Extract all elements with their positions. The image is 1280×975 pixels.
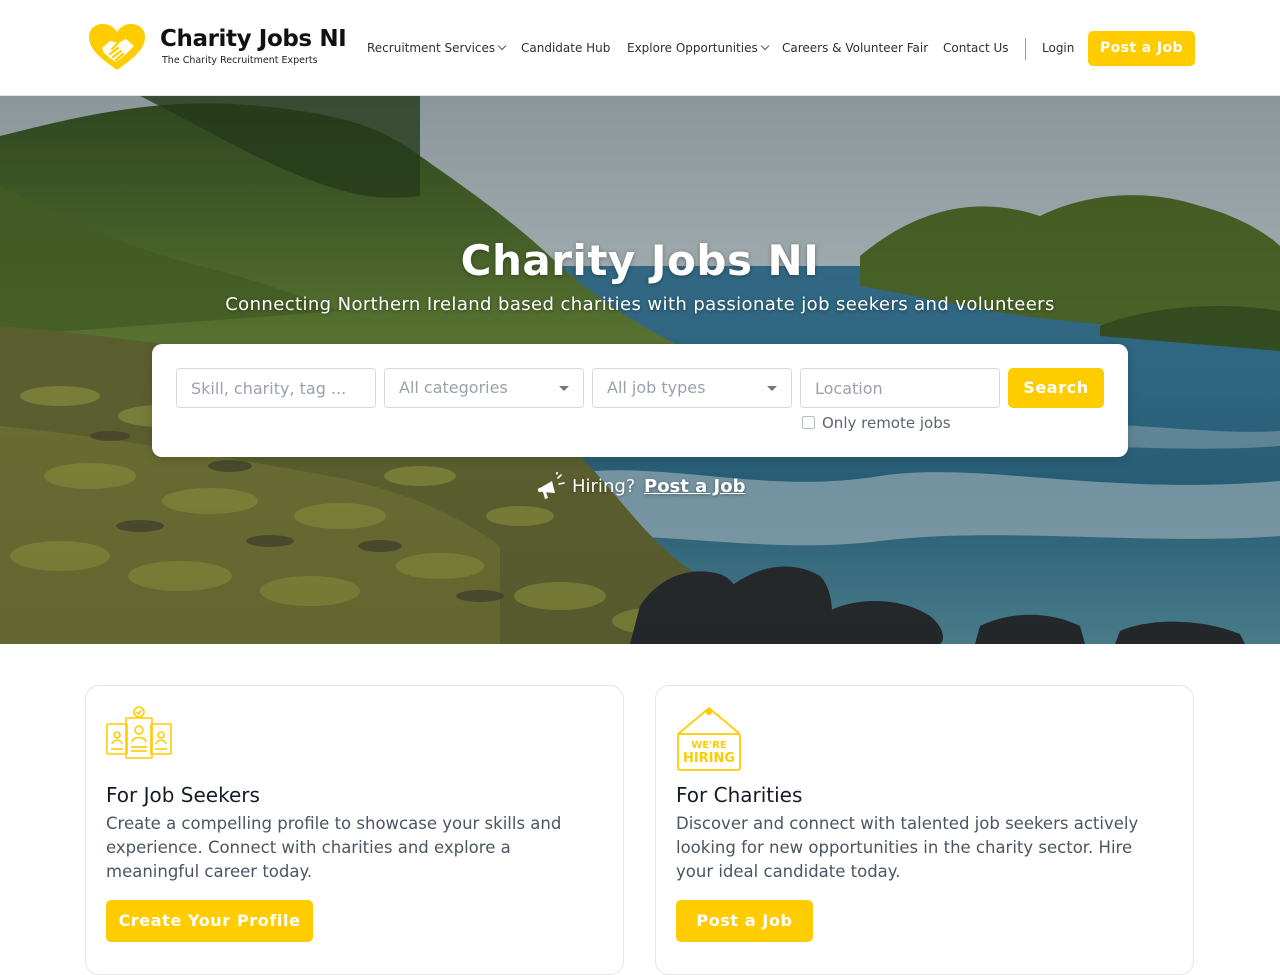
were-hiring-sign-icon: WE'RE HIRING	[677, 706, 741, 771]
card-title: For Charities	[676, 783, 803, 807]
header-post-job-button[interactable]: Post a Job	[1088, 31, 1195, 66]
sign-text-line-2: HIRING	[683, 751, 735, 766]
charities-card: WE'RE HIRING For Charities Discover and …	[655, 685, 1194, 975]
nav-recruitment-services[interactable]: Recruitment Services	[367, 41, 507, 55]
job-seekers-card: For Job Seekers Create a compelling prof…	[85, 685, 624, 975]
nav-label: Contact Us	[943, 41, 1009, 55]
chevron-down-icon	[497, 41, 507, 51]
candidate-profiles-icon	[106, 706, 172, 759]
card-description: Create a compelling profile to showcase …	[106, 814, 562, 881]
heart-handshake-icon	[89, 24, 145, 70]
hiring-text: Hiring?	[572, 476, 636, 497]
card-title: For Job Seekers	[106, 783, 260, 807]
nav-label: Recruitment Services	[367, 41, 496, 55]
site-header: Charity Jobs NI The Charity Recruitment …	[0, 0, 1280, 96]
category-select-value: All categories	[399, 378, 508, 397]
job-type-select-value: All job types	[607, 378, 706, 397]
site-logo[interactable]: Charity Jobs NI The Charity Recruitment …	[88, 22, 347, 74]
nav-label: Careers & Volunteer Fair	[782, 41, 929, 55]
chevron-down-icon	[760, 41, 769, 51]
charity-post-job-button[interactable]: Post a Job	[676, 900, 813, 942]
nav-explore-opportunities[interactable]: Explore Opportunities	[627, 41, 769, 55]
checkbox-box[interactable]	[802, 416, 815, 429]
caret-down-icon	[767, 386, 777, 391]
location-input[interactable]	[800, 368, 1000, 408]
category-select[interactable]: All categories	[384, 368, 584, 408]
logo-tagline: The Charity Recruitment Experts	[162, 55, 318, 66]
sign-text-line-1: WE'RE	[691, 740, 727, 751]
nav-careers-volunteer-fair[interactable]: Careers & Volunteer Fair	[782, 41, 928, 55]
hero-subtitle: Connecting Northern Ireland based charit…	[225, 294, 1055, 315]
search-button[interactable]: Search	[1008, 368, 1104, 408]
remote-jobs-label: Only remote jobs	[822, 414, 951, 432]
megaphone-icon	[537, 472, 565, 499]
job-search-form: All categories All job types Search Only…	[152, 344, 1128, 457]
keyword-search-input[interactable]	[176, 368, 376, 408]
card-description: Discover and connect with talented job s…	[676, 814, 1139, 881]
nav-divider	[1025, 38, 1026, 60]
job-type-select[interactable]: All job types	[592, 368, 792, 408]
nav-login[interactable]: Login	[1042, 41, 1074, 55]
nav-candidate-hub[interactable]: Candidate Hub	[521, 41, 610, 55]
caret-down-icon	[559, 386, 569, 391]
nav-label: Candidate Hub	[521, 41, 611, 55]
logo-title: Charity Jobs NI	[160, 26, 347, 52]
create-profile-button[interactable]: Create Your Profile	[106, 900, 313, 942]
hero-section: Charity Jobs NI Connecting Northern Irel…	[0, 96, 1280, 644]
hero-post-job-link[interactable]: Post a Job	[644, 476, 746, 497]
login-label: Login	[1042, 41, 1075, 55]
nav-label: Explore Opportunities	[627, 41, 758, 55]
hero-title: Charity Jobs NI	[460, 236, 820, 285]
nav-contact-us[interactable]: Contact Us	[943, 41, 1009, 55]
